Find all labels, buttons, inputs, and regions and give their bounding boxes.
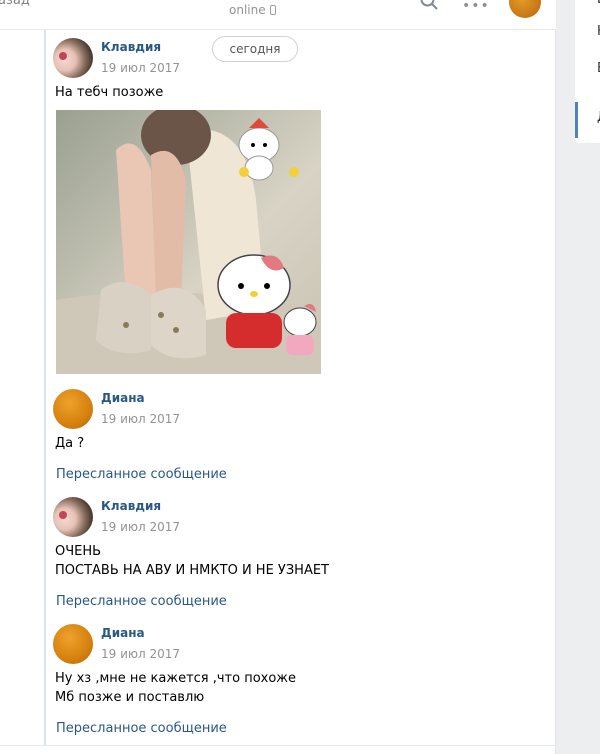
author-avatar[interactable] <box>53 497 93 537</box>
more-options-icon[interactable]: ••• <box>462 0 490 14</box>
message-time: 19 июл 2017 <box>101 61 181 75</box>
chat-panel: азад online ••• сегодня Клавдия 19 июл 2… <box>0 0 556 754</box>
message-text: ОЧЕНЬ ПОСТАВЬ НА АВУ И НМКТО И НЕ УЗНАЕТ <box>55 542 329 580</box>
forwarded-message-link[interactable]: Пересланное сообщение <box>56 594 227 609</box>
composer-divider <box>0 745 556 746</box>
attached-photo[interactable] <box>56 110 321 374</box>
author-avatar[interactable] <box>53 624 93 664</box>
online-status-label: online <box>229 3 266 17</box>
chat-avatar[interactable] <box>509 0 541 18</box>
forwarded-message-link[interactable]: Пересланное сообщение <box>56 467 227 482</box>
search-icon[interactable] <box>420 0 438 10</box>
forwarded-message-link[interactable]: Пересланное сообщение <box>56 721 227 736</box>
right-menu: В Н В Д <box>575 0 600 143</box>
message-text: Да ? <box>55 434 84 453</box>
author-name[interactable]: Диана <box>101 626 145 640</box>
active-indicator <box>575 102 578 138</box>
photo-illustration <box>56 110 321 374</box>
message-line: На тебч позоже <box>55 85 164 100</box>
author-name[interactable]: Диана <box>101 391 145 405</box>
online-status: online <box>229 3 276 17</box>
chat-header: азад online ••• <box>0 0 556 30</box>
author-avatar[interactable] <box>53 389 93 429</box>
message-time: 19 июл 2017 <box>101 647 181 661</box>
author-name[interactable]: Клавдия <box>101 499 161 513</box>
message-text: На тебч позоже <box>55 83 163 102</box>
message-time: 19 июл 2017 <box>101 412 181 426</box>
message-text: Ну хз ,мне не кажется ,что похоже Мб поз… <box>55 669 296 707</box>
message-line: Мб позже и поставлю <box>55 690 205 705</box>
message-time: 19 июл 2017 <box>101 520 181 534</box>
author-avatar[interactable] <box>53 38 93 78</box>
mobile-phone-icon <box>269 5 276 15</box>
back-link[interactable]: азад <box>0 0 30 8</box>
message-line: Да ? <box>55 436 85 451</box>
author-name[interactable]: Клавдия <box>101 40 161 54</box>
message-line: Ну хз ,мне не кажется ,что похоже <box>55 671 297 686</box>
date-divider[interactable]: сегодня <box>212 36 298 62</box>
message-line: ОЧЕНЬ <box>55 544 102 559</box>
message-line: ПОСТАВЬ НА АВУ И НМКТО И НЕ УЗНАЕТ <box>55 563 329 578</box>
